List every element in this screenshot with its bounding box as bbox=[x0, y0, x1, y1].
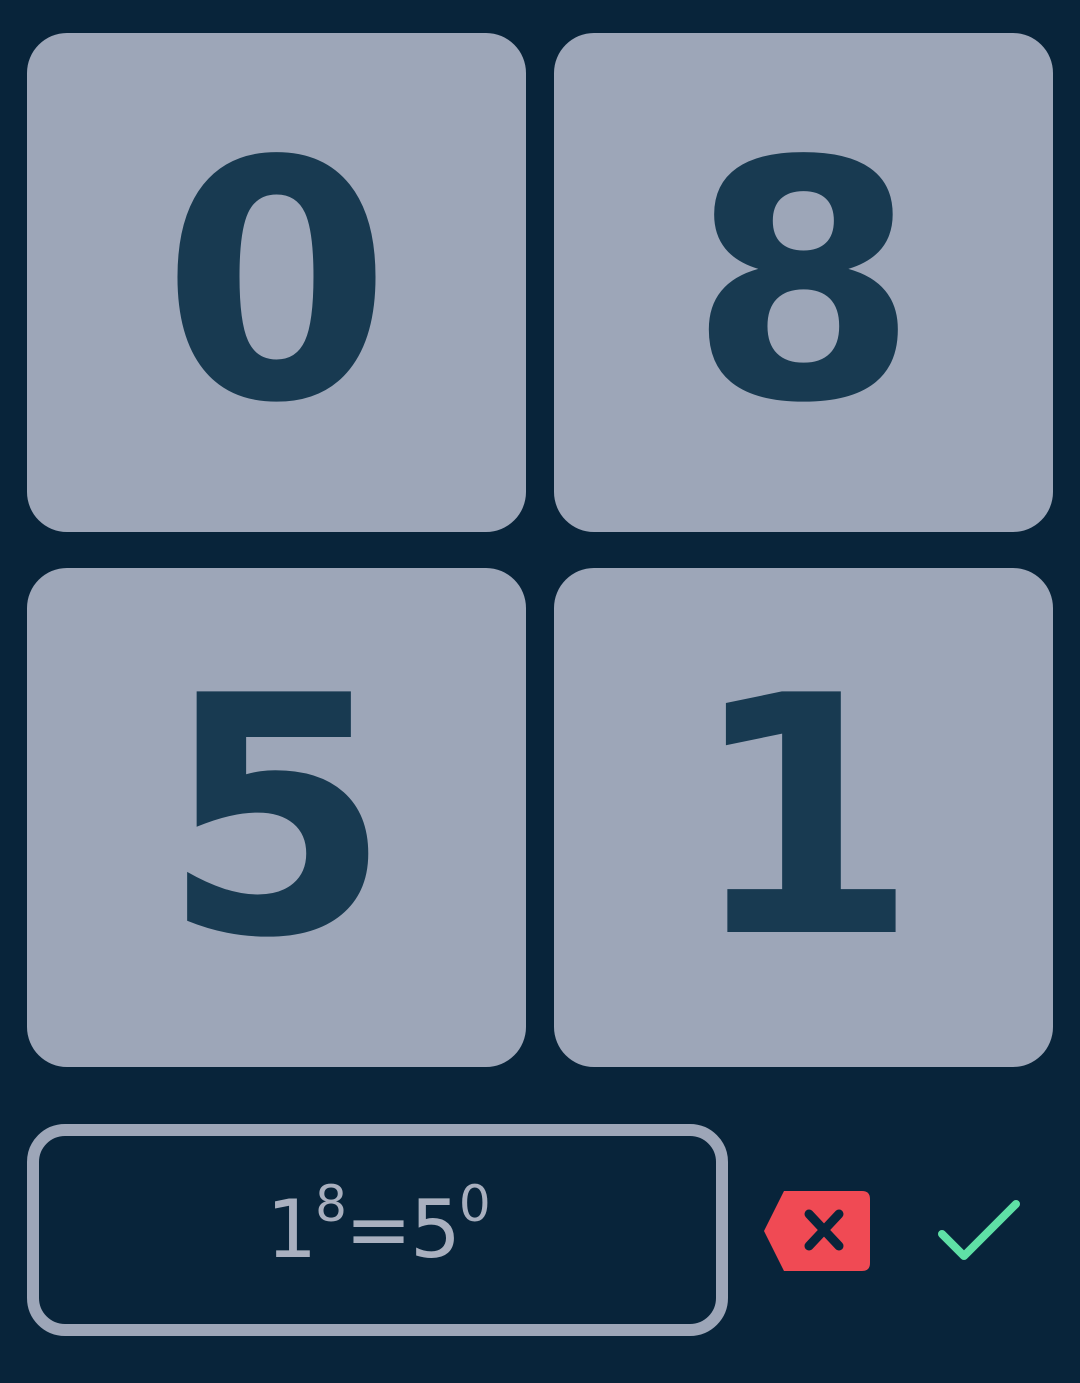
checkmark-icon bbox=[938, 1200, 1020, 1260]
backspace-x-icon bbox=[764, 1191, 870, 1271]
equation-equals: = bbox=[344, 1183, 412, 1276]
tile-digit-label: 0 bbox=[161, 90, 392, 475]
tile-digit-label: 8 bbox=[688, 90, 919, 475]
equation-expression: 18=50 bbox=[266, 1179, 490, 1270]
tile-digit-label: 5 bbox=[161, 625, 392, 1010]
game-screen: 0 8 5 1 18=50 bbox=[0, 0, 1080, 1383]
answer-display: 18=50 bbox=[27, 1124, 728, 1336]
tile-digit-label: 1 bbox=[688, 625, 919, 1010]
equation-exponent-1: 8 bbox=[315, 1175, 347, 1234]
digit-tile-5[interactable]: 5 bbox=[27, 568, 526, 1067]
confirm-button[interactable] bbox=[934, 1196, 1024, 1266]
digit-tile-8[interactable]: 8 bbox=[554, 33, 1053, 532]
digit-tile-1[interactable]: 1 bbox=[554, 568, 1053, 1067]
equation-base-1: 1 bbox=[266, 1183, 317, 1276]
equation-exponent-2: 0 bbox=[458, 1175, 491, 1234]
equation-base-2: 5 bbox=[410, 1183, 461, 1276]
digit-tile-0[interactable]: 0 bbox=[27, 33, 526, 532]
backspace-button[interactable] bbox=[762, 1189, 872, 1273]
